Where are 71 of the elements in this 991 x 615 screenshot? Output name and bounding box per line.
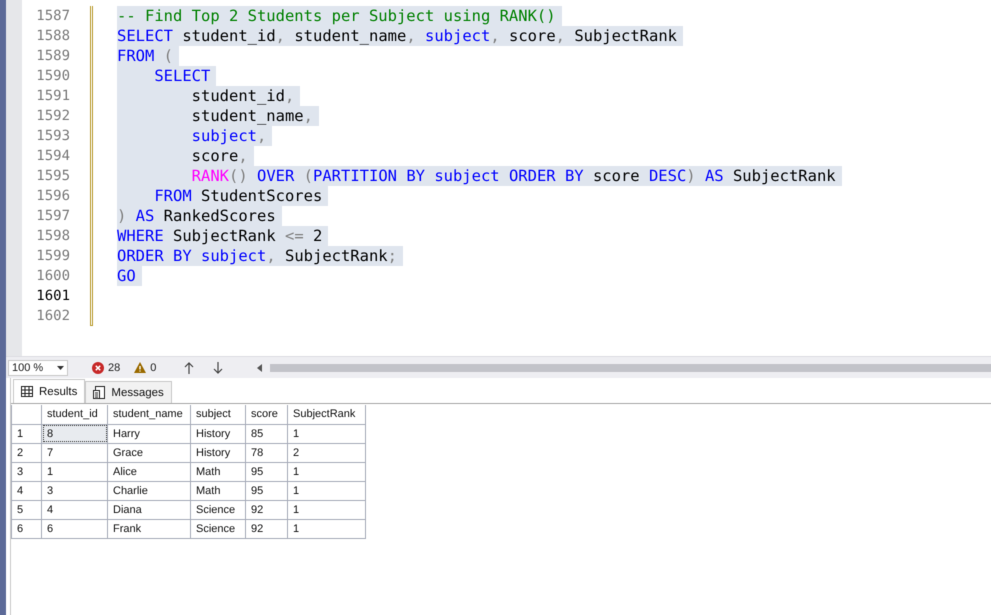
arrow-down-icon[interactable] [213, 362, 224, 374]
table-cell: 1 [288, 500, 366, 519]
error-icon [92, 362, 104, 374]
table-cell: 2 [288, 443, 366, 462]
result-tab[interactable]: Messages [85, 381, 172, 403]
table-cell: Math [190, 462, 246, 481]
row-number: 5 [12, 500, 42, 519]
line-number: 1591 [36, 87, 70, 106]
column-header[interactable]: SubjectRank [288, 405, 366, 424]
column-header[interactable]: subject [190, 405, 246, 424]
line-number: 1598 [36, 227, 70, 246]
table-cell: Grace [108, 443, 190, 462]
table-cell: 1 [42, 462, 108, 481]
row-number: 2 [12, 443, 42, 462]
line-number: 1592 [36, 107, 70, 126]
row-number: 1 [12, 424, 42, 443]
table-cell: 92 [246, 519, 288, 538]
table-cell: Frank [108, 519, 190, 538]
table-cell: 85 [246, 424, 288, 443]
line-number: 1595 [36, 167, 70, 186]
table-cell: 95 [246, 481, 288, 500]
line-number: 1602 [36, 307, 70, 326]
table-cell: Alice [108, 462, 190, 481]
line-number: 1589 [36, 47, 70, 66]
table-cell: 78 [246, 443, 288, 462]
line-number: 1599 [36, 247, 70, 266]
document-icon [93, 386, 106, 399]
table-cell: 1 [288, 462, 366, 481]
column-header[interactable]: student_id [42, 405, 108, 424]
horizontal-scrollbar[interactable] [270, 364, 991, 372]
line-number: 1593 [36, 127, 70, 146]
table-cell: 92 [246, 500, 288, 519]
warning-icon [134, 362, 146, 373]
table-cell: 95 [246, 462, 288, 481]
row-number: 6 [12, 519, 42, 538]
table-cell: 4 [42, 500, 108, 519]
table-cell: Math [190, 481, 246, 500]
line-number: 1600 [36, 267, 70, 286]
table-cell: Science [190, 519, 246, 538]
table-cell: Diana [108, 500, 190, 519]
caret-icon[interactable] [57, 366, 64, 370]
table-cell: 8 [42, 424, 108, 443]
line-number: 1588 [36, 27, 70, 46]
table-cell: 6 [42, 519, 108, 538]
table-cell: Science [190, 500, 246, 519]
table-cell: Harry [108, 424, 190, 443]
table-cell: 1 [288, 424, 366, 443]
row-number: 3 [12, 462, 42, 481]
column-header[interactable]: student_name [108, 405, 190, 424]
line-number: 1594 [36, 147, 70, 166]
table-cell: 3 [42, 481, 108, 500]
table-cell: 7 [42, 443, 108, 462]
table-cell: History [190, 443, 246, 462]
table-cell: 1 [288, 481, 366, 500]
grid-icon [21, 386, 33, 397]
row-number: 4 [12, 481, 42, 500]
table-cell: 1 [288, 519, 366, 538]
line-number: 1590 [36, 67, 70, 86]
line-number: 1596 [36, 187, 70, 206]
arrow-up-icon[interactable] [184, 362, 194, 374]
table-cell: History [190, 424, 246, 443]
line-number: 1597 [36, 207, 70, 226]
warning-count: 0 [150, 362, 156, 374]
line-number: 1601 [36, 287, 70, 306]
result-tab[interactable]: Results [13, 379, 86, 403]
column-header[interactable]: score [246, 405, 288, 424]
scroll-left-icon[interactable] [257, 364, 262, 372]
error-count: 28 [108, 362, 120, 374]
line-number: 1587 [36, 7, 70, 26]
table-cell: Charlie [108, 481, 190, 500]
zoom-dropdown[interactable]: 100 % [8, 360, 68, 376]
